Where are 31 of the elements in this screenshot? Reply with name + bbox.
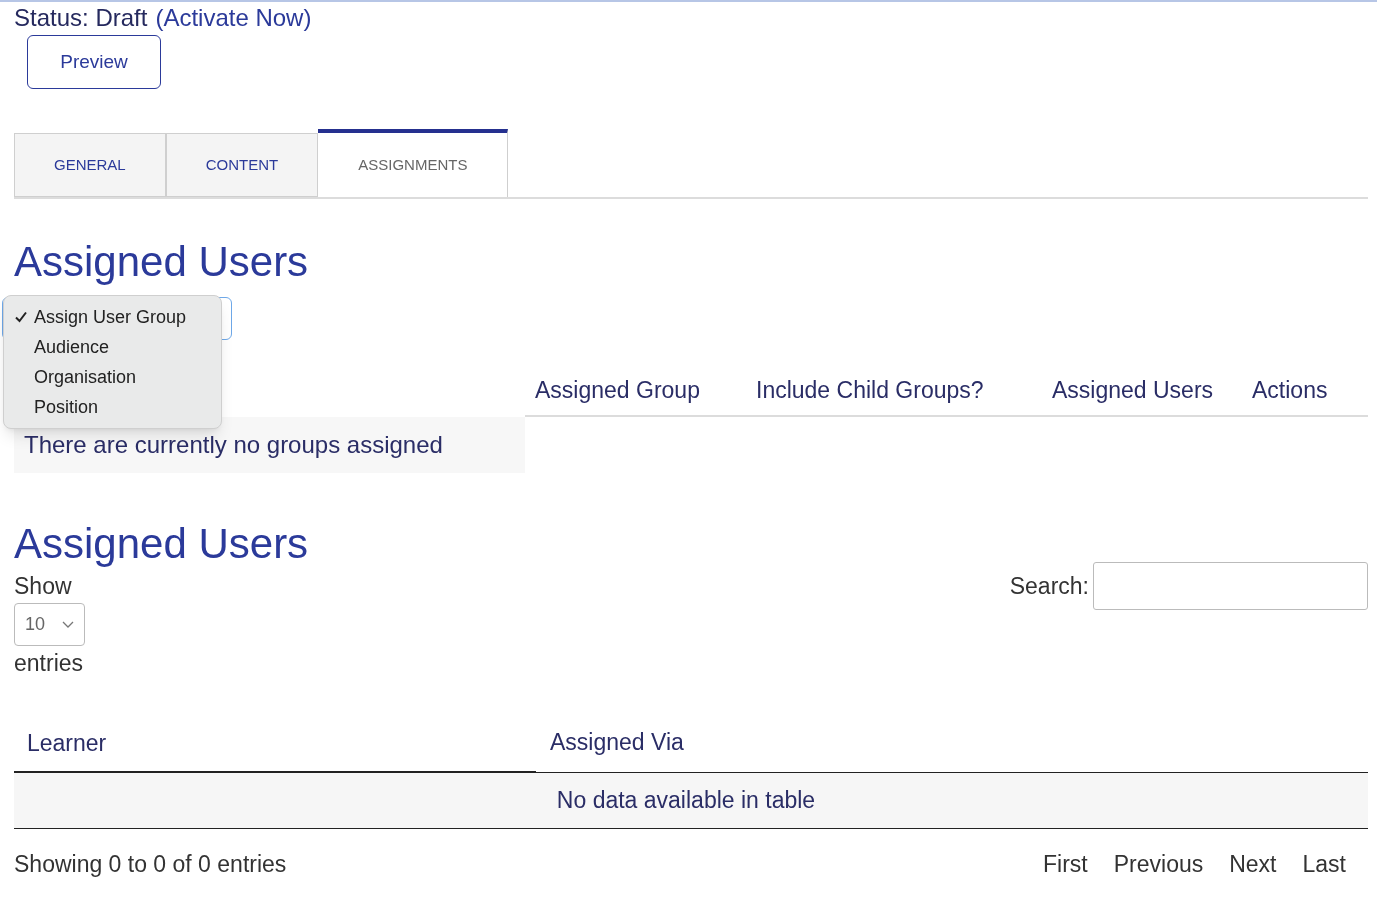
column-header: Assigned Via <box>550 727 684 757</box>
tab[interactable]: CONTENT <box>165 133 319 197</box>
activate-link[interactable]: (Activate Now) <box>155 3 312 33</box>
column-header: Assigned Users <box>1052 375 1215 405</box>
menu-item[interactable]: Position <box>4 392 221 422</box>
entries-label: entries <box>14 649 85 678</box>
column-header: Include Child Groups? <box>756 375 985 405</box>
pagination-link[interactable]: Next <box>1219 847 1287 882</box>
column-header: Learner <box>27 729 107 759</box>
page-size-select[interactable]: 10 <box>14 603 85 646</box>
menu-item[interactable]: Assign User Group <box>4 302 221 332</box>
tab[interactable]: GENERAL <box>14 133 166 197</box>
column-header: Assigned Group <box>535 375 701 405</box>
show-label: Show <box>14 572 73 601</box>
search-field[interactable] <box>1093 562 1368 610</box>
pagination-link[interactable]: Previous <box>1103 847 1214 882</box>
column-header: Actions <box>1252 375 1329 405</box>
section-heading: Assigned Users <box>14 519 310 569</box>
search-label: Search: <box>1009 571 1089 601</box>
empty-message: There are currently no groups assigned <box>24 430 443 460</box>
tab[interactable]: ASSIGNMENTS <box>318 129 509 197</box>
status-label: Status: Draft <box>14 3 148 33</box>
pagination-link[interactable]: Last <box>1292 847 1356 882</box>
table-info: Showing 0 to 0 of 0 entries <box>14 850 287 879</box>
section-heading: Assigned Users <box>14 237 310 287</box>
menu-item[interactable]: Audience <box>4 332 221 362</box>
chevron-down-icon <box>62 620 74 629</box>
pagination-link[interactable]: First <box>1033 847 1098 882</box>
empty-message: No data available in table <box>556 786 816 816</box>
preview-button[interactable]: Preview <box>27 35 161 89</box>
menu-item[interactable]: Organisation <box>4 362 221 392</box>
